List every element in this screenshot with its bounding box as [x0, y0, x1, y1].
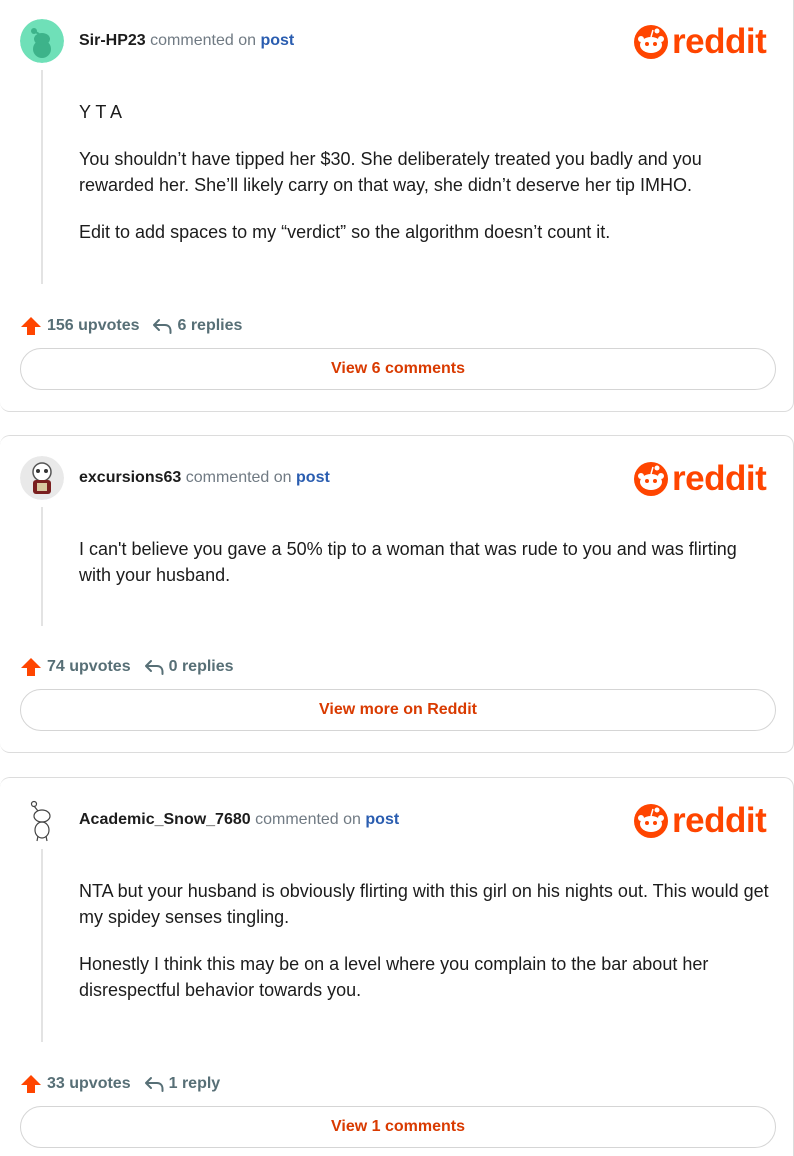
- upvote-count: 156 upvotes: [47, 317, 140, 334]
- upvote-count: 74 upvotes: [47, 658, 131, 675]
- comment-actions: 156 upvotes 6 replies: [20, 315, 242, 337]
- reply-count: 1 reply: [168, 1075, 221, 1092]
- reddit-wordmark: reddit: [672, 22, 767, 61]
- reply-count: 0 replies: [168, 658, 234, 675]
- reply-arrow-icon[interactable]: [151, 315, 173, 337]
- thread-line: [41, 507, 43, 626]
- thread-line: [41, 70, 43, 284]
- reddit-logo[interactable]: reddit: [634, 803, 776, 839]
- reddit-wordmark: reddit: [672, 801, 767, 840]
- reddit-snoo-icon: [634, 462, 668, 496]
- snoo-avatar-icon: [20, 798, 64, 842]
- reddit-logo[interactable]: reddit: [634, 24, 776, 60]
- reddit-logo[interactable]: reddit: [634, 461, 776, 497]
- comment-paragraph: You shouldn’t have tipped her $30. She d…: [79, 149, 702, 195]
- username[interactable]: Sir-HP23: [79, 32, 146, 49]
- avatar[interactable]: [20, 19, 64, 63]
- comment-paragraph: I can't believe you gave a 50% tip to a …: [79, 539, 737, 585]
- view-more-button[interactable]: View more on Reddit: [20, 689, 776, 731]
- commented-on-text: commented on: [185, 469, 292, 486]
- comment-paragraph: Y T A: [79, 102, 123, 122]
- upvote-arrow-icon[interactable]: [20, 656, 42, 678]
- reddit-wordmark: reddit: [672, 459, 767, 498]
- upvote-arrow-icon[interactable]: [20, 315, 42, 337]
- commented-on-text: commented on: [255, 811, 361, 828]
- upvote-count: 33 upvotes: [47, 1075, 131, 1092]
- reply-arrow-icon[interactable]: [143, 1073, 165, 1095]
- username[interactable]: excursions63: [79, 469, 181, 486]
- comment-meta: Academic_Snow_7680 commented on post: [79, 811, 399, 829]
- reddit-snoo-icon: [634, 25, 668, 59]
- post-link[interactable]: post: [260, 32, 294, 49]
- comment-paragraph: Honestly I think this may be on a level …: [79, 954, 709, 1000]
- view-comments-button[interactable]: View 6 comments: [20, 348, 776, 390]
- post-link[interactable]: post: [365, 811, 399, 828]
- avatar[interactable]: [20, 798, 64, 842]
- commented-on-text: commented on: [150, 32, 256, 49]
- thread-line: [41, 849, 43, 1042]
- comment-meta: excursions63 commented on post: [79, 469, 330, 487]
- comment-meta: Sir-HP23 commented on post: [79, 32, 294, 50]
- comment-body: I can't believe you gave a 50% tip to a …: [79, 536, 769, 609]
- username[interactable]: Academic_Snow_7680: [79, 811, 251, 828]
- comment-actions: 74 upvotes 0 replies: [20, 656, 234, 678]
- view-comments-button[interactable]: View 1 comments: [20, 1106, 776, 1148]
- reddit-snoo-icon: [634, 804, 668, 838]
- comment-paragraph: NTA but your husband is obviously flirti…: [79, 881, 769, 927]
- upvote-arrow-icon[interactable]: [20, 1073, 42, 1095]
- comment-paragraph: Edit to add spaces to my “verdict” so th…: [79, 222, 611, 242]
- comment-actions: 33 upvotes 1 reply: [20, 1073, 220, 1095]
- comment-body: NTA but your husband is obviously flirti…: [79, 878, 769, 1024]
- reply-arrow-icon[interactable]: [143, 656, 165, 678]
- snoo-avatar-icon: [20, 456, 64, 500]
- snoo-avatar-icon: [20, 19, 64, 63]
- reply-count: 6 replies: [177, 317, 243, 334]
- post-link[interactable]: post: [296, 469, 330, 486]
- comment-body: Y T A You shouldn’t have tipped her $30.…: [79, 99, 769, 266]
- avatar[interactable]: [20, 456, 64, 500]
